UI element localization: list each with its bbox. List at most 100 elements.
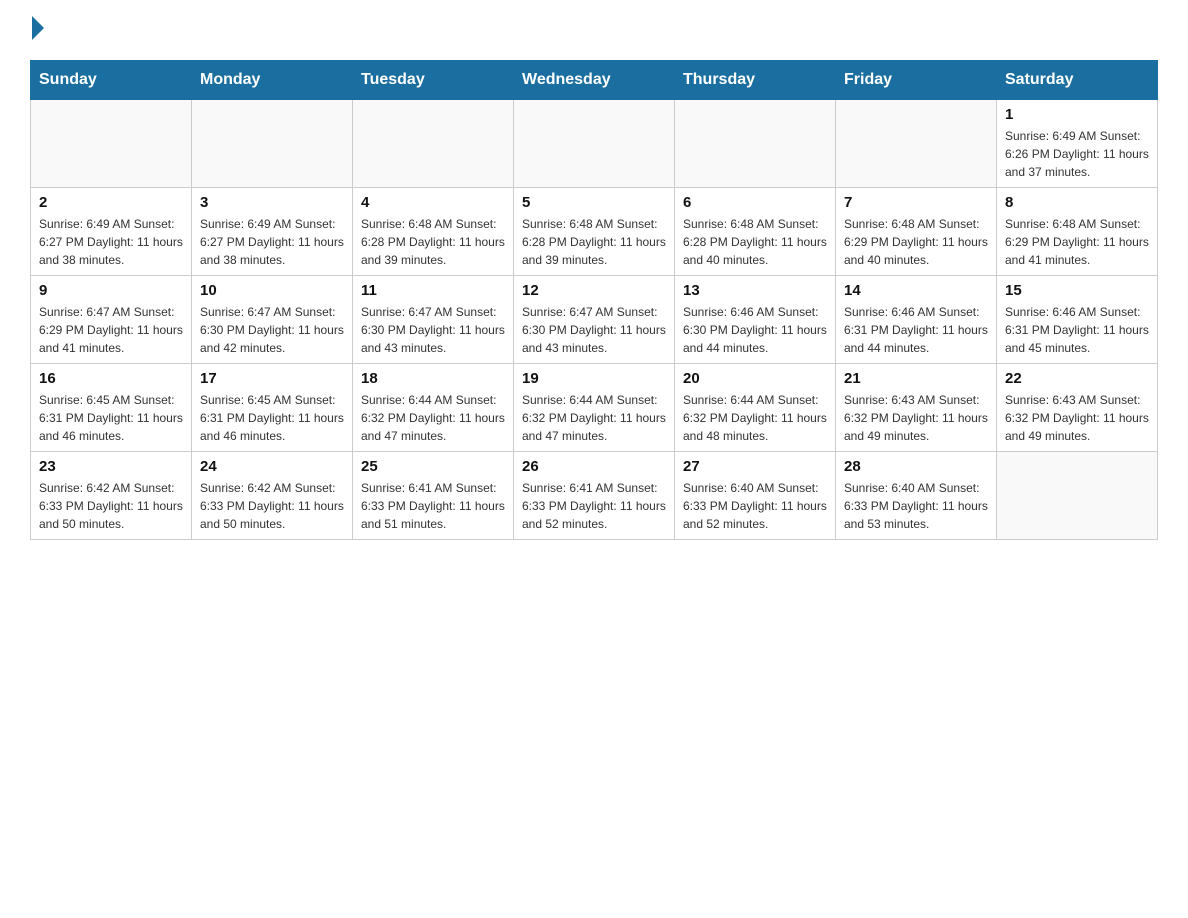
calendar-cell: 12 Sunrise: 6:47 AM Sunset: 6:30 PM Dayli… [514, 276, 675, 364]
day-info: Sunrise: 6:41 AM Sunset: 6:33 PM Dayligh… [361, 479, 505, 533]
calendar-cell: 9 Sunrise: 6:47 AM Sunset: 6:29 PM Daylig… [31, 276, 192, 364]
day-info: Sunrise: 6:47 AM Sunset: 6:29 PM Dayligh… [39, 303, 183, 357]
calendar-cell: 13Sunrise: 6:46 AM Sunset: 6:30 PM Dayli… [675, 276, 836, 364]
day-number: 14 [844, 282, 988, 299]
calendar-cell: 18 Sunrise: 6:44 AM Sunset: 6:32 PM Dayli… [353, 364, 514, 452]
page-header [30, 20, 1158, 40]
day-number: 5 [522, 194, 666, 211]
day-number: 10 [200, 282, 344, 299]
weekday-header-row: SundayMondayTuesdayWednesdayThursdayFrid… [31, 61, 1158, 100]
day-info: Sunrise: 6:44 AM Sunset: 6:32 PM Dayligh… [522, 391, 666, 445]
day-info: Sunrise: 6:40 AM Sunset: 6:33 PM Dayligh… [683, 479, 827, 533]
calendar-cell [675, 100, 836, 188]
calendar-cell: 8Sunrise: 6:48 AM Sunset: 6:29 PM Daylig… [997, 188, 1158, 276]
day-number: 2 [39, 194, 183, 211]
day-info: Sunrise: 6:45 AM Sunset: 6:31 PM Dayligh… [200, 391, 344, 445]
day-number: 6 [683, 194, 827, 211]
logo [30, 20, 44, 40]
calendar-cell: 23 Sunrise: 6:42 AM Sunset: 6:33 PM Dayli… [31, 452, 192, 540]
calendar-cell: 1 Sunrise: 6:49 AM Sunset: 6:26 PM Daylig… [997, 100, 1158, 188]
weekday-header-sunday: Sunday [31, 61, 192, 100]
calendar-cell: 24Sunrise: 6:42 AM Sunset: 6:33 PM Dayli… [192, 452, 353, 540]
day-number: 11 [361, 282, 505, 299]
calendar-cell: 5 Sunrise: 6:48 AM Sunset: 6:28 PM Daylig… [514, 188, 675, 276]
day-number: 17 [200, 370, 344, 387]
day-number: 25 [361, 458, 505, 475]
logo-arrow-icon [32, 16, 44, 40]
day-number: 13 [683, 282, 827, 299]
day-info: Sunrise: 6:48 AM Sunset: 6:28 PM Dayligh… [361, 215, 505, 269]
day-number: 15 [1005, 282, 1149, 299]
day-info: Sunrise: 6:48 AM Sunset: 6:29 PM Dayligh… [1005, 215, 1149, 269]
calendar-cell: 3Sunrise: 6:49 AM Sunset: 6:27 PM Daylig… [192, 188, 353, 276]
calendar-cell: 17 Sunrise: 6:45 AM Sunset: 6:31 PM Dayli… [192, 364, 353, 452]
calendar-cell [514, 100, 675, 188]
day-number: 7 [844, 194, 988, 211]
day-number: 22 [1005, 370, 1149, 387]
day-number: 19 [522, 370, 666, 387]
day-info: Sunrise: 6:48 AM Sunset: 6:29 PM Dayligh… [844, 215, 988, 269]
day-number: 12 [522, 282, 666, 299]
calendar-cell: 28 Sunrise: 6:40 AM Sunset: 6:33 PM Dayli… [836, 452, 997, 540]
day-number: 23 [39, 458, 183, 475]
day-info: Sunrise: 6:43 AM Sunset: 6:32 PM Dayligh… [844, 391, 988, 445]
day-info: Sunrise: 6:49 AM Sunset: 6:26 PM Dayligh… [1005, 127, 1149, 181]
calendar-cell: 20 Sunrise: 6:44 AM Sunset: 6:32 PM Dayli… [675, 364, 836, 452]
day-number: 24 [200, 458, 344, 475]
week-row-5: 23 Sunrise: 6:42 AM Sunset: 6:33 PM Dayli… [31, 452, 1158, 540]
weekday-header-saturday: Saturday [997, 61, 1158, 100]
calendar-cell [836, 100, 997, 188]
calendar-cell: 26 Sunrise: 6:41 AM Sunset: 6:33 PM Dayli… [514, 452, 675, 540]
day-info: Sunrise: 6:46 AM Sunset: 6:31 PM Dayligh… [1005, 303, 1149, 357]
day-info: Sunrise: 6:42 AM Sunset: 6:33 PM Dayligh… [39, 479, 183, 533]
day-info: Sunrise: 6:49 AM Sunset: 6:27 PM Dayligh… [39, 215, 183, 269]
weekday-header-tuesday: Tuesday [353, 61, 514, 100]
calendar-cell [353, 100, 514, 188]
day-number: 26 [522, 458, 666, 475]
day-number: 4 [361, 194, 505, 211]
day-info: Sunrise: 6:43 AM Sunset: 6:32 PM Dayligh… [1005, 391, 1149, 445]
calendar-cell [997, 452, 1158, 540]
day-info: Sunrise: 6:47 AM Sunset: 6:30 PM Dayligh… [200, 303, 344, 357]
calendar-cell: 7 Sunrise: 6:48 AM Sunset: 6:29 PM Daylig… [836, 188, 997, 276]
week-row-4: 16 Sunrise: 6:45 AM Sunset: 6:31 PM Dayli… [31, 364, 1158, 452]
weekday-header-wednesday: Wednesday [514, 61, 675, 100]
day-info: Sunrise: 6:47 AM Sunset: 6:30 PM Dayligh… [361, 303, 505, 357]
calendar-cell: 10 Sunrise: 6:47 AM Sunset: 6:30 PM Dayli… [192, 276, 353, 364]
calendar-cell: 14 Sunrise: 6:46 AM Sunset: 6:31 PM Dayli… [836, 276, 997, 364]
calendar-cell: 25 Sunrise: 6:41 AM Sunset: 6:33 PM Dayli… [353, 452, 514, 540]
day-number: 9 [39, 282, 183, 299]
week-row-1: 1 Sunrise: 6:49 AM Sunset: 6:26 PM Daylig… [31, 100, 1158, 188]
day-info: Sunrise: 6:41 AM Sunset: 6:33 PM Dayligh… [522, 479, 666, 533]
day-info: Sunrise: 6:40 AM Sunset: 6:33 PM Dayligh… [844, 479, 988, 533]
calendar-cell: 4 Sunrise: 6:48 AM Sunset: 6:28 PM Daylig… [353, 188, 514, 276]
calendar-cell: 22 Sunrise: 6:43 AM Sunset: 6:32 PM Dayli… [997, 364, 1158, 452]
day-number: 16 [39, 370, 183, 387]
calendar-cell [31, 100, 192, 188]
calendar-cell: 16 Sunrise: 6:45 AM Sunset: 6:31 PM Dayli… [31, 364, 192, 452]
calendar-cell: 27Sunrise: 6:40 AM Sunset: 6:33 PM Dayli… [675, 452, 836, 540]
day-info: Sunrise: 6:47 AM Sunset: 6:30 PM Dayligh… [522, 303, 666, 357]
day-info: Sunrise: 6:44 AM Sunset: 6:32 PM Dayligh… [361, 391, 505, 445]
day-number: 20 [683, 370, 827, 387]
weekday-header-monday: Monday [192, 61, 353, 100]
day-info: Sunrise: 6:48 AM Sunset: 6:28 PM Dayligh… [683, 215, 827, 269]
day-number: 18 [361, 370, 505, 387]
calendar-cell: 19 Sunrise: 6:44 AM Sunset: 6:32 PM Dayli… [514, 364, 675, 452]
day-info: Sunrise: 6:46 AM Sunset: 6:31 PM Dayligh… [844, 303, 988, 357]
day-number: 28 [844, 458, 988, 475]
calendar-cell: 21 Sunrise: 6:43 AM Sunset: 6:32 PM Dayli… [836, 364, 997, 452]
day-info: Sunrise: 6:49 AM Sunset: 6:27 PM Dayligh… [200, 215, 344, 269]
day-number: 1 [1005, 106, 1149, 123]
day-info: Sunrise: 6:44 AM Sunset: 6:32 PM Dayligh… [683, 391, 827, 445]
calendar-cell: 2 Sunrise: 6:49 AM Sunset: 6:27 PM Daylig… [31, 188, 192, 276]
calendar-cell: 15 Sunrise: 6:46 AM Sunset: 6:31 PM Dayli… [997, 276, 1158, 364]
week-row-3: 9 Sunrise: 6:47 AM Sunset: 6:29 PM Daylig… [31, 276, 1158, 364]
day-info: Sunrise: 6:48 AM Sunset: 6:28 PM Dayligh… [522, 215, 666, 269]
calendar-cell: 6 Sunrise: 6:48 AM Sunset: 6:28 PM Daylig… [675, 188, 836, 276]
calendar-cell: 11 Sunrise: 6:47 AM Sunset: 6:30 PM Dayli… [353, 276, 514, 364]
day-info: Sunrise: 6:45 AM Sunset: 6:31 PM Dayligh… [39, 391, 183, 445]
day-number: 21 [844, 370, 988, 387]
calendar-table: SundayMondayTuesdayWednesdayThursdayFrid… [30, 60, 1158, 540]
weekday-header-thursday: Thursday [675, 61, 836, 100]
